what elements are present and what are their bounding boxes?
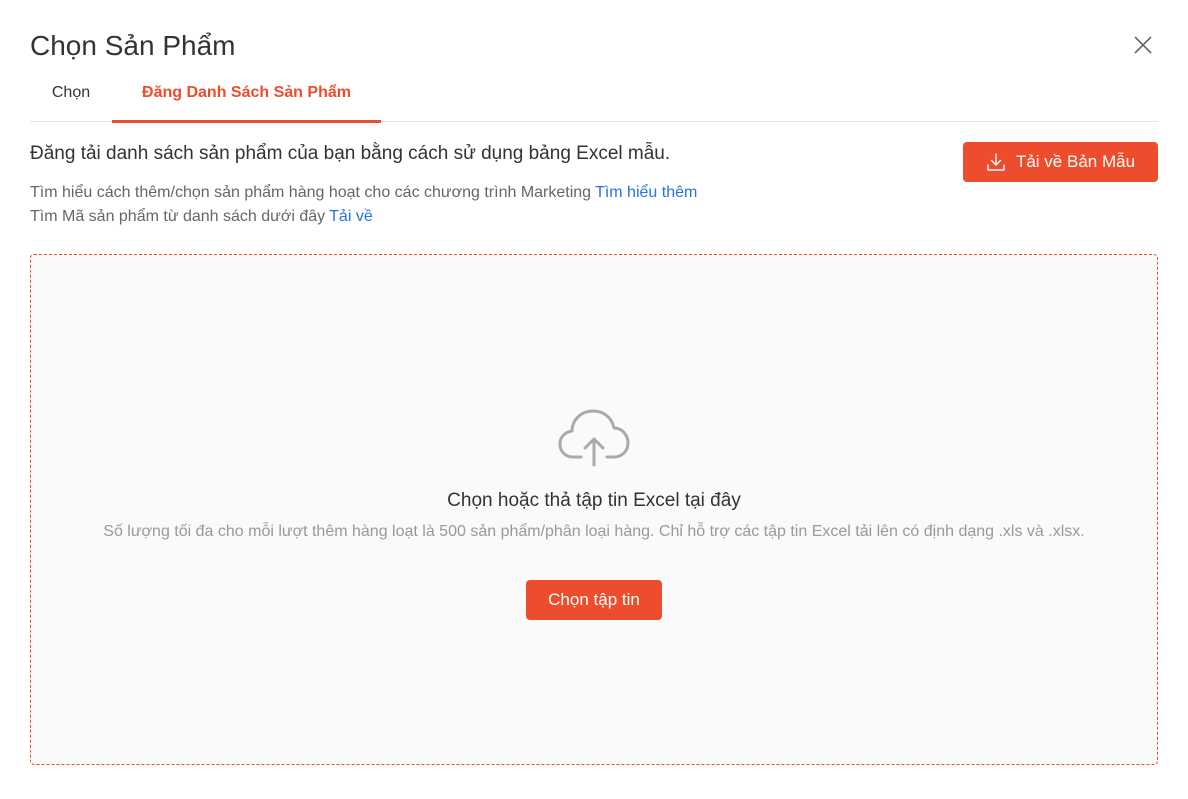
cloud-upload-icon <box>558 409 630 467</box>
file-dropzone[interactable]: Chọn hoặc thả tập tin Excel tại đây Số l… <box>30 254 1158 765</box>
download-template-label: Tải về Bản Mẫu <box>1015 152 1136 171</box>
learn-more-link[interactable]: Tìm hiểu thêm <box>595 184 697 201</box>
select-products-modal: Chọn Sản Phẩm Chọn Đăng Danh Sách Sản Ph… <box>0 0 1188 799</box>
close-button[interactable] <box>1130 32 1156 58</box>
product-id-hint-text: Tìm Mã sản phẩm từ danh sách dưới đây <box>30 208 326 225</box>
close-icon <box>1134 36 1152 54</box>
modal-title: Chọn Sản Phẩm <box>30 30 236 61</box>
tab-upload-product-list[interactable]: Đăng Danh Sách Sản Phẩm <box>112 72 381 123</box>
product-id-hint: Tìm Mã sản phẩm từ danh sách dưới đây Tải… <box>30 206 373 228</box>
dropzone-title: Chọn hoặc thả tập tin Excel tại đây <box>447 490 741 511</box>
dropzone-note: Số lượng tối đa cho mỗi lượt thêm hàng l… <box>103 523 1085 540</box>
upload-description: Đăng tải danh sách sản phẩm của bạn bằng… <box>30 143 671 164</box>
marketing-hint-text: Tìm hiểu cách thêm/chọn sản phẩm hàng ho… <box>30 184 592 201</box>
download-template-button[interactable]: Tải về Bản Mẫu <box>963 142 1158 182</box>
download-icon <box>987 153 1005 171</box>
choose-file-button[interactable]: Chọn tập tin <box>526 580 662 620</box>
download-list-link[interactable]: Tải về <box>329 208 373 225</box>
tab-bar: Chọn Đăng Danh Sách Sản Phẩm <box>30 72 1158 123</box>
marketing-hint: Tìm hiểu cách thêm/chọn sản phẩm hàng ho… <box>30 182 697 204</box>
tab-select[interactable]: Chọn <box>30 72 112 122</box>
